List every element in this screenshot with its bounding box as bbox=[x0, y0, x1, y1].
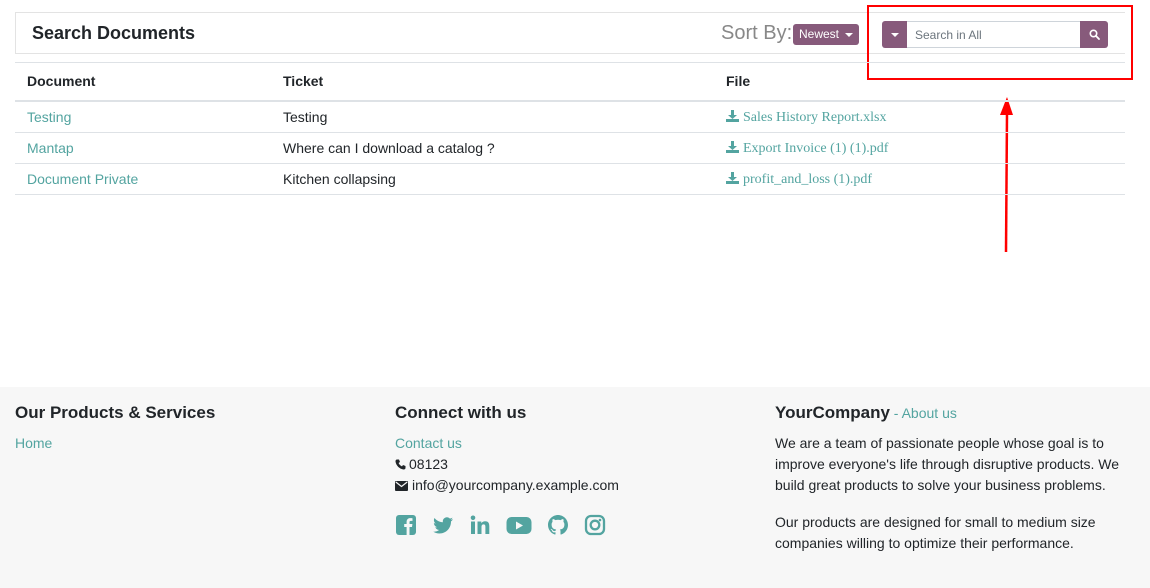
download-icon bbox=[726, 140, 739, 153]
footer-products-column: Our Products & Services Home bbox=[15, 403, 215, 454]
facebook-icon[interactable] bbox=[395, 514, 417, 536]
linkedin-icon[interactable] bbox=[469, 514, 491, 536]
column-header-ticket: Ticket bbox=[271, 62, 714, 102]
documents-table: Document Ticket File Testing Testing Sal… bbox=[15, 62, 1125, 195]
footer: Our Products & Services Home Connect wit… bbox=[0, 387, 1150, 588]
phone-line: 08123 bbox=[395, 454, 619, 475]
document-link[interactable]: Mantap bbox=[27, 140, 74, 156]
table-row: Mantap Where can I download a catalog ? … bbox=[15, 132, 1125, 164]
youtube-icon[interactable] bbox=[506, 514, 532, 536]
file-name: profit_and_loss (1).pdf bbox=[743, 171, 873, 187]
file-download-link[interactable]: profit_and_loss (1).pdf bbox=[726, 171, 873, 187]
about-us-link[interactable]: About us bbox=[902, 405, 957, 421]
ticket-cell: Where can I download a catalog ? bbox=[271, 132, 714, 164]
column-header-file: File bbox=[714, 62, 1125, 102]
email-address: info@yourcompany.example.com bbox=[412, 477, 619, 493]
download-icon bbox=[726, 109, 739, 122]
file-name: Sales History Report.xlsx bbox=[743, 109, 887, 125]
sort-label: Sort By: bbox=[721, 22, 793, 44]
social-links bbox=[395, 514, 619, 536]
footer-connect-column: Connect with us Contact us 08123 info@yo… bbox=[395, 403, 619, 536]
company-separator: - bbox=[889, 405, 902, 421]
file-name: Export Invoice (1) (1).pdf bbox=[743, 140, 889, 156]
github-icon[interactable] bbox=[547, 514, 569, 536]
column-header-document: Document bbox=[15, 62, 271, 102]
document-link[interactable]: Testing bbox=[27, 109, 71, 125]
file-download-link[interactable]: Sales History Report.xlsx bbox=[726, 109, 887, 125]
footer-connect-title: Connect with us bbox=[395, 403, 527, 422]
phone-icon bbox=[395, 459, 406, 470]
company-description: We are a team of passionate people whose… bbox=[775, 435, 1120, 493]
download-icon bbox=[726, 171, 739, 184]
page-title: Search Documents bbox=[32, 23, 196, 43]
phone-number: 08123 bbox=[409, 456, 448, 472]
chevron-down-icon bbox=[845, 32, 854, 37]
footer-company-column: YourCompany - About us We are a team of … bbox=[775, 403, 1125, 570]
file-download-link[interactable]: Export Invoice (1) (1).pdf bbox=[726, 140, 889, 156]
table-header-row: Document Ticket File bbox=[15, 62, 1125, 102]
instagram-icon[interactable] bbox=[584, 514, 606, 536]
twitter-icon[interactable] bbox=[432, 514, 454, 536]
contact-us-link[interactable]: Contact us bbox=[395, 435, 462, 451]
envelope-icon bbox=[395, 481, 408, 491]
email-line: info@yourcompany.example.com bbox=[395, 475, 619, 496]
sort-dropdown-button[interactable]: Newest bbox=[793, 24, 859, 45]
table-row: Document Private Kitchen collapsing prof… bbox=[15, 163, 1125, 195]
document-link[interactable]: Document Private bbox=[27, 171, 138, 187]
sort-value: Newest bbox=[799, 27, 840, 41]
footer-products-title: Our Products & Services bbox=[15, 403, 216, 422]
table-row: Testing Testing Sales History Report.xls… bbox=[15, 100, 1125, 133]
ticket-cell: Kitchen collapsing bbox=[271, 163, 714, 195]
ticket-cell: Testing bbox=[271, 100, 714, 133]
company-products-description: Our products are designed for small to m… bbox=[775, 514, 1096, 551]
company-name: YourCompany bbox=[775, 403, 890, 422]
footer-home-link[interactable]: Home bbox=[15, 435, 52, 451]
